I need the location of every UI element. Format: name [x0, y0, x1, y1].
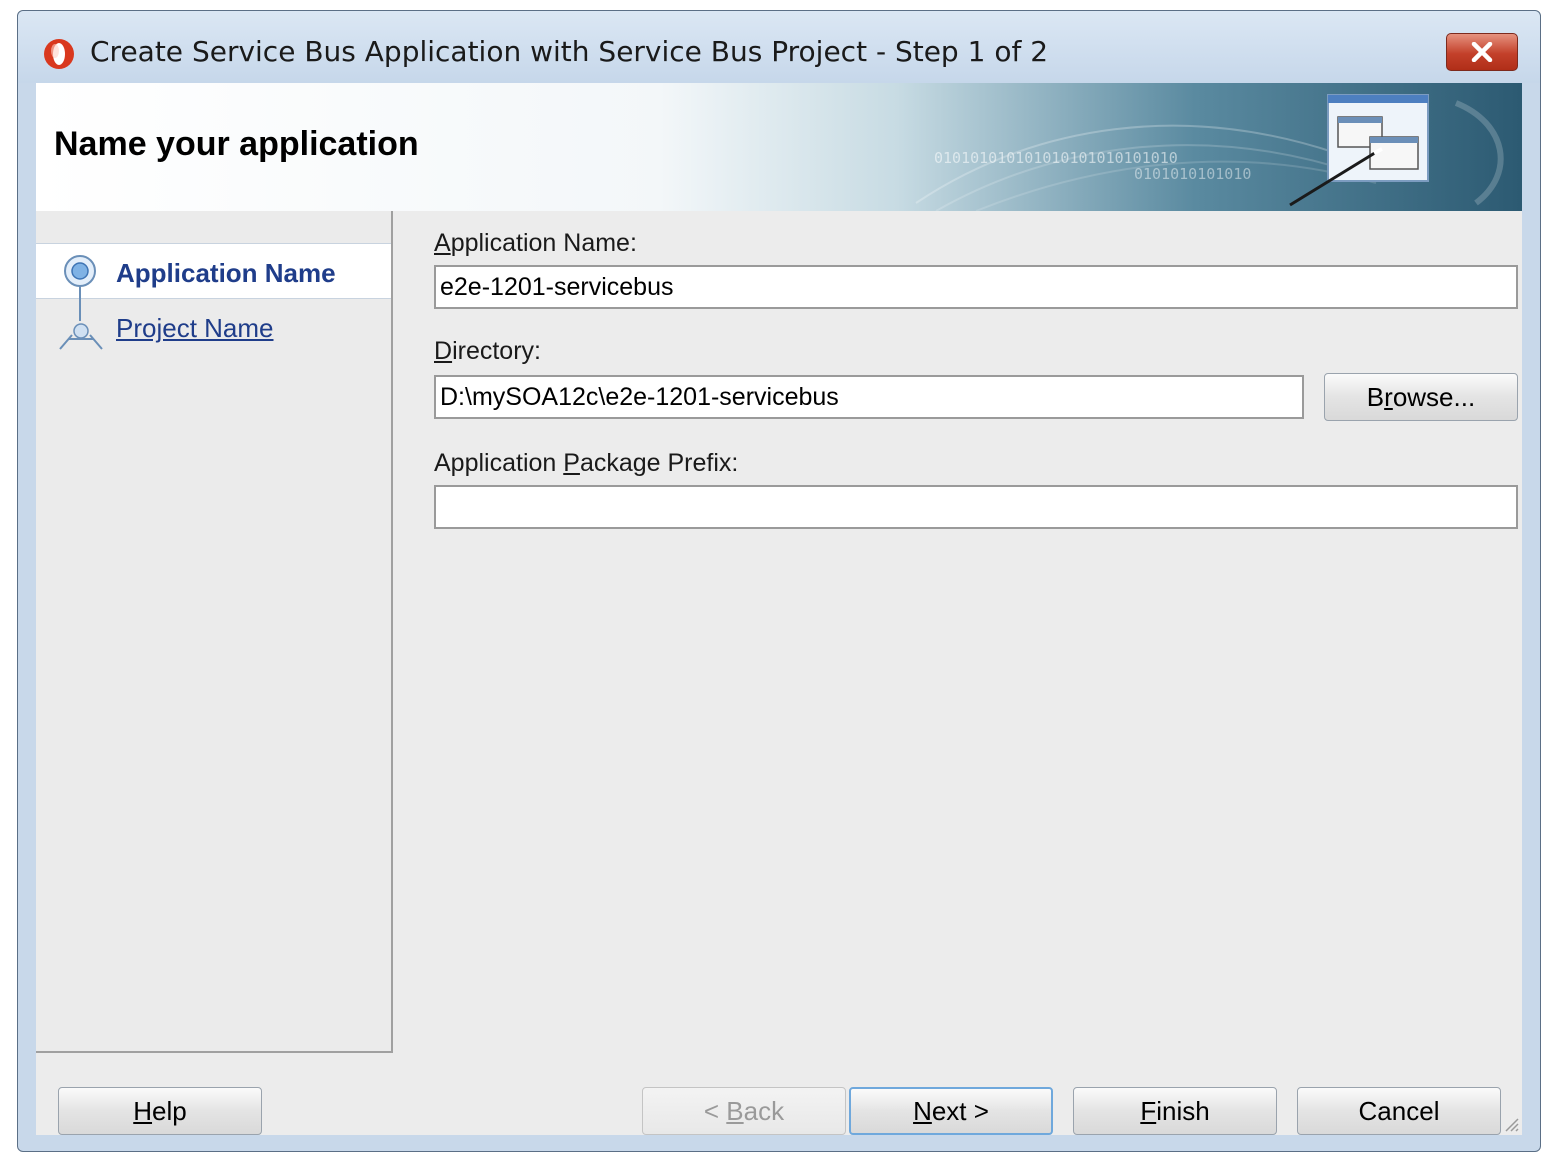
oracle-app-icon: [44, 39, 74, 69]
step-project-name-link[interactable]: Project Name: [116, 313, 274, 344]
close-button[interactable]: [1446, 33, 1518, 71]
resize-grip-icon[interactable]: [1500, 1113, 1520, 1133]
close-icon: [1471, 42, 1493, 62]
package-prefix-label: Application Package Prefix:: [434, 449, 739, 477]
directory-input[interactable]: D:\mySOA12c\e2e-1201-servicebus: [434, 375, 1304, 419]
application-name-label: Application Name:: [434, 229, 637, 257]
back-button[interactable]: < Back: [642, 1087, 846, 1135]
wizard-window-icon: [1289, 94, 1429, 207]
wizard-steps-panel: Application Name Project Name: [36, 211, 393, 1053]
cancel-button[interactable]: Cancel: [1297, 1087, 1501, 1135]
directory-label: Directory:: [434, 337, 541, 365]
dialog-client-area: Name your application 010101010101010101…: [36, 83, 1522, 1135]
step-label: Application Name: [116, 258, 336, 288]
wizard-banner: Name your application 010101010101010101…: [36, 83, 1522, 211]
page-title: Name your application: [54, 125, 419, 163]
browse-button[interactable]: Br owse...: [1324, 373, 1518, 421]
title-bar[interactable]: Create Service Bus Application with Serv…: [18, 11, 1540, 83]
next-button[interactable]: Next >: [849, 1087, 1053, 1135]
help-button[interactable]: Help: [58, 1087, 262, 1135]
window-title: Create Service Bus Application with Serv…: [90, 35, 1049, 68]
package-prefix-input[interactable]: [434, 485, 1518, 529]
finish-button[interactable]: Finish: [1073, 1087, 1277, 1135]
banner-binary-text-2: 0101010101010: [1134, 165, 1252, 183]
application-name-input[interactable]: e2e-1201-servicebus: [434, 265, 1518, 309]
pending-step-icon: [59, 323, 103, 350]
wizard-dialog: Create Service Bus Application with Serv…: [17, 10, 1541, 1152]
